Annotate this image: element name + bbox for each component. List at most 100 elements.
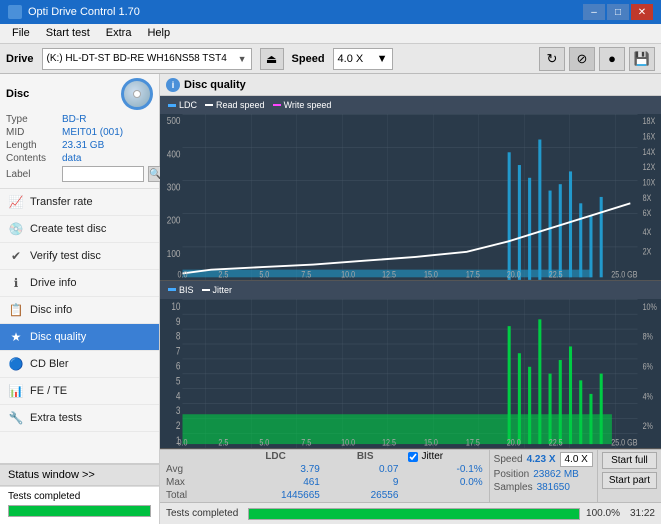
burn-button[interactable]: ●: [599, 47, 625, 71]
length-value: 23.31 GB: [62, 140, 104, 151]
stat-bis-header: BIS: [326, 450, 405, 463]
svg-text:10: 10: [171, 301, 180, 313]
svg-text:15.0: 15.0: [424, 436, 438, 447]
svg-text:2: 2: [176, 420, 181, 432]
svg-text:22.5: 22.5: [549, 270, 563, 280]
legend-jitter: Jitter: [202, 285, 233, 295]
svg-text:0.0: 0.0: [178, 270, 188, 280]
sidebar-item-extra-tests[interactable]: 🔧 Extra tests: [0, 405, 159, 432]
svg-text:4X: 4X: [643, 227, 652, 237]
svg-text:2.5: 2.5: [218, 436, 228, 447]
jitter-checkbox[interactable]: [408, 452, 418, 462]
legend-ldc: LDC: [168, 100, 197, 110]
erase-button[interactable]: ⊘: [569, 47, 595, 71]
eject-button[interactable]: ⏏: [260, 48, 284, 70]
status-window-button[interactable]: Status window >>: [0, 464, 159, 486]
contents-value: data: [62, 153, 81, 164]
menu-start-test[interactable]: Start test: [38, 26, 98, 41]
top-chart-svg: 500 400 300 200 100 18X 16X 14X 12X 10X …: [160, 114, 661, 280]
menu-extra[interactable]: Extra: [98, 26, 140, 41]
disc-section: Disc Type BD-R MID MEIT01 (001) Length 2…: [0, 74, 159, 189]
svg-text:7.5: 7.5: [301, 270, 311, 280]
sidebar-item-disc-info[interactable]: 📋 Disc info: [0, 297, 159, 324]
start-part-button[interactable]: Start part: [602, 472, 657, 489]
bottom-status-time: 31:22: [630, 508, 655, 519]
status-window-label: Status window >>: [8, 469, 95, 481]
fe-te-label: FE / TE: [30, 385, 67, 397]
disc-label-input[interactable]: [62, 166, 144, 182]
sidebar-item-disc-quality[interactable]: ★ Disc quality: [0, 324, 159, 351]
stat-empty: [160, 450, 225, 463]
sidebar-item-transfer-rate[interactable]: 📈 Transfer rate: [0, 189, 159, 216]
disc-header: Disc: [6, 78, 153, 110]
minimize-button[interactable]: –: [583, 4, 605, 20]
mid-label: MID: [6, 127, 58, 138]
disc-contents-row: Contents data: [6, 153, 153, 164]
drivebar: Drive (K:) HL-DT-ST BD-RE WH16NS58 TST4 …: [0, 44, 661, 74]
samples-value: 381650: [537, 482, 570, 493]
save-button[interactable]: 💾: [629, 47, 655, 71]
contents-label: Contents: [6, 153, 58, 164]
svg-text:2%: 2%: [643, 420, 654, 431]
sidebar-item-fe-te[interactable]: 📊 FE / TE: [0, 378, 159, 405]
start-full-button[interactable]: Start full: [602, 452, 657, 469]
maximize-button[interactable]: □: [607, 4, 629, 20]
drive-info-icon: ℹ: [8, 275, 24, 291]
drive-selector[interactable]: (K:) HL-DT-ST BD-RE WH16NS58 TST4 ▼: [42, 48, 252, 70]
chart-title-icon: i: [166, 78, 180, 92]
samples-label: Samples: [494, 482, 533, 493]
content-area: i Disc quality LDC Read speed: [160, 74, 661, 524]
svg-text:20.0: 20.0: [507, 436, 521, 447]
bottom-progress-wrap: 100.0%: [248, 508, 620, 520]
svg-text:200: 200: [167, 215, 181, 226]
svg-text:5.0: 5.0: [259, 270, 269, 280]
drive-info-label: Drive info: [30, 277, 76, 289]
speed-stat-box: 4.0 X: [560, 452, 593, 467]
disc-info-icon: 📋: [8, 302, 24, 318]
svg-text:18X: 18X: [643, 116, 656, 126]
drive-dropdown-arrow: ▼: [238, 54, 247, 64]
drive-name: (K:) HL-DT-ST BD-RE WH16NS58 TST4: [47, 53, 227, 64]
chart-title: Disc quality: [184, 79, 246, 91]
extra-tests-label: Extra tests: [30, 412, 82, 424]
avg-label: Avg: [160, 463, 225, 476]
svg-text:6X: 6X: [643, 208, 652, 218]
svg-text:4: 4: [176, 390, 181, 402]
ldc-legend-dot: [168, 104, 176, 107]
svg-text:7.5: 7.5: [301, 436, 311, 447]
disc-quality-icon: ★: [8, 329, 24, 345]
close-button[interactable]: ✕: [631, 4, 653, 20]
svg-text:2X: 2X: [643, 247, 652, 257]
jitter-check-label: Jitter: [421, 451, 443, 462]
app-icon: [8, 5, 22, 19]
svg-text:12X: 12X: [643, 162, 656, 172]
menu-file[interactable]: File: [4, 26, 38, 41]
svg-text:6: 6: [176, 360, 181, 372]
stats-bar: LDC BIS Jitter Avg 3.79 0.07: [160, 449, 661, 502]
sidebar-item-create-test-disc[interactable]: 💿 Create test disc: [0, 216, 159, 243]
transfer-rate-label: Transfer rate: [30, 196, 93, 208]
position-label: Position: [494, 469, 530, 480]
transfer-rate-icon: 📈: [8, 194, 24, 210]
bis-legend-dot: [168, 288, 176, 291]
disc-mid-row: MID MEIT01 (001): [6, 127, 153, 138]
main-layout: Disc Type BD-R MID MEIT01 (001) Length 2…: [0, 74, 661, 524]
svg-text:9: 9: [176, 316, 181, 328]
svg-text:12.5: 12.5: [382, 436, 396, 447]
refresh-button[interactable]: ↻: [539, 47, 565, 71]
sidebar-item-drive-info[interactable]: ℹ Drive info: [0, 270, 159, 297]
menu-help[interactable]: Help: [139, 26, 178, 41]
write-legend-dot: [273, 104, 281, 106]
svg-text:300: 300: [167, 182, 181, 193]
svg-text:12.5: 12.5: [382, 270, 396, 280]
svg-text:17.5: 17.5: [466, 436, 480, 447]
status-section: Status window >> Tests completed: [0, 463, 159, 524]
sidebar-item-cd-bler[interactable]: 🔵 CD Bler: [0, 351, 159, 378]
sidebar-item-verify-test-disc[interactable]: ✔ Verify test disc: [0, 243, 159, 270]
svg-text:22.5: 22.5: [549, 436, 563, 447]
app-title: Opti Drive Control 1.70: [28, 6, 140, 18]
total-ldc: 1445665: [225, 489, 326, 502]
titlebar-controls: – □ ✕: [583, 4, 653, 20]
speed-selector[interactable]: 4.0 X ▼: [333, 48, 393, 70]
position-value: 23862 MB: [533, 469, 579, 480]
